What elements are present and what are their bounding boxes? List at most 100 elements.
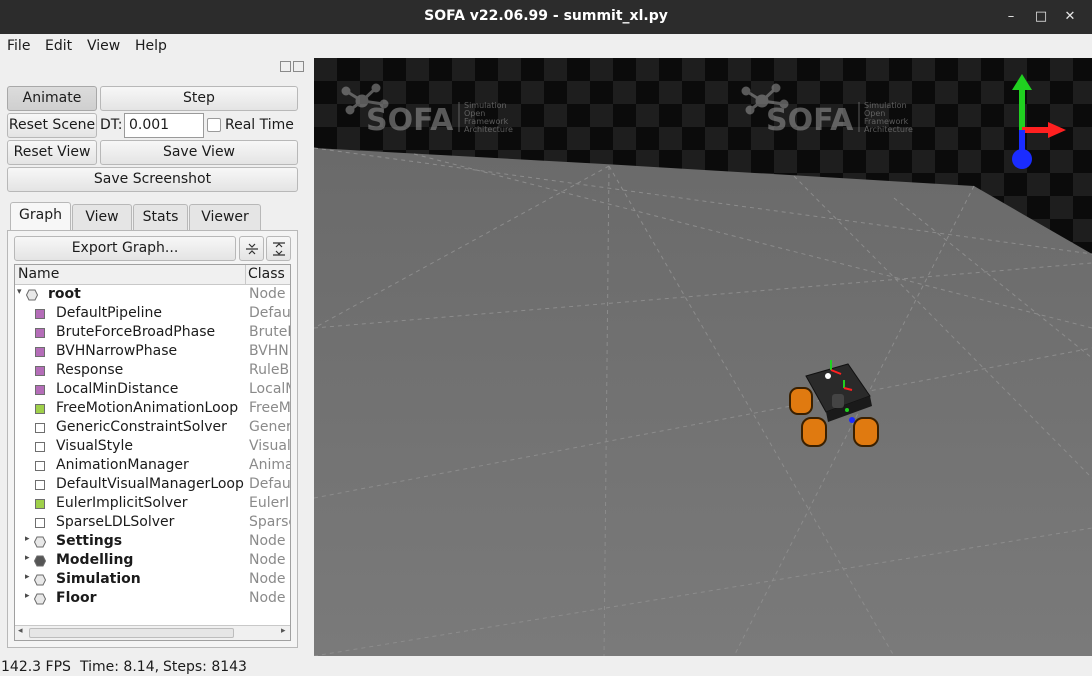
scene-graph-tree[interactable]: Name Class ▾ root Node DefaultPipeline Defau… bbox=[14, 264, 291, 641]
minimize-icon[interactable]: – bbox=[1002, 8, 1020, 26]
tree-row-name: BVHNarrowPhase bbox=[56, 343, 178, 359]
tree-row-animationmanager[interactable]: AnimationManager Anima bbox=[15, 457, 290, 476]
status-bar: 142.3 FPS Time: 8.14, Steps: 8143 bbox=[0, 656, 1092, 676]
real-time-checkbox[interactable] bbox=[207, 118, 221, 132]
tree-row-bvhnarrowphase[interactable]: BVHNarrowPhase BVHN bbox=[15, 343, 290, 362]
tree-row-name: DefaultVisualManagerLoop bbox=[56, 476, 244, 492]
scroll-left-icon[interactable]: ◂ bbox=[18, 626, 23, 636]
menu-view[interactable]: View bbox=[87, 38, 120, 54]
column-class-header[interactable]: Class bbox=[248, 266, 285, 282]
expand-all-icon[interactable] bbox=[266, 236, 291, 261]
window-title: SOFA v22.06.99 - summit_xl.py bbox=[424, 8, 668, 24]
tree-row-genericconstraintsolver[interactable]: GenericConstraintSolver Generic bbox=[15, 419, 290, 438]
close-icon[interactable]: ✕ bbox=[1061, 8, 1079, 26]
menu-file[interactable]: File bbox=[7, 38, 30, 54]
tab-stats[interactable]: Stats bbox=[133, 204, 188, 231]
component-icon bbox=[35, 404, 45, 414]
tree-row-class: BruteF bbox=[249, 324, 290, 340]
tree-row-localmindistance[interactable]: LocalMinDistance LocalM bbox=[15, 381, 290, 400]
title-bar: SOFA v22.06.99 - summit_xl.py – □ ✕ bbox=[0, 0, 1092, 34]
tree-horizontal-scrollbar[interactable]: ◂ ▸ bbox=[15, 625, 290, 640]
maximize-icon[interactable]: □ bbox=[1032, 8, 1050, 26]
dock-close-icon[interactable] bbox=[293, 61, 304, 72]
tree-row-eulerimplicitsolver[interactable]: EulerImplicitSolver EulerIm bbox=[15, 495, 290, 514]
scene-canvas: SOFA Simulation Open Framework Architect… bbox=[314, 58, 1092, 656]
save-view-button[interactable]: Save View bbox=[100, 140, 298, 165]
tree-row-defaultvisualmanagerloop[interactable]: DefaultVisualManagerLoop Defau bbox=[15, 476, 290, 495]
tree-row-visualstyle[interactable]: VisualStyle Visual bbox=[15, 438, 290, 457]
3d-viewport[interactable]: SOFA Simulation Open Framework Architect… bbox=[314, 58, 1092, 656]
tree-row-sparseldlsolver[interactable]: SparseLDLSolver Sparse bbox=[15, 514, 290, 533]
svg-text:Architecture: Architecture bbox=[464, 125, 513, 134]
tree-row-class: Visual bbox=[249, 438, 290, 454]
save-screenshot-button[interactable]: Save Screenshot bbox=[7, 167, 298, 192]
scroll-right-icon[interactable]: ▸ bbox=[281, 626, 286, 636]
tree-row-name: DefaultPipeline bbox=[56, 305, 162, 321]
tree-row-name: BruteForceBroadPhase bbox=[56, 324, 216, 340]
tree-row-name: SparseLDLSolver bbox=[56, 514, 175, 530]
reset-view-button[interactable]: Reset View bbox=[7, 140, 97, 165]
tree-row-name: AnimationManager bbox=[56, 457, 189, 473]
tree-row-root[interactable]: ▾ root Node bbox=[15, 286, 290, 305]
tree-row-response[interactable]: Response RuleB bbox=[15, 362, 290, 381]
tree-row-name: EulerImplicitSolver bbox=[56, 495, 188, 511]
svg-text:Architecture: Architecture bbox=[864, 125, 913, 134]
menu-help[interactable]: Help bbox=[135, 38, 167, 54]
animate-button[interactable]: Animate bbox=[7, 86, 97, 111]
tree-row-name: GenericConstraintSolver bbox=[56, 419, 227, 435]
tree-row-class: EulerIm bbox=[249, 495, 290, 511]
collapsed-arrow-icon[interactable]: ▸ bbox=[25, 553, 30, 563]
tab-viewer[interactable]: Viewer bbox=[189, 204, 261, 231]
real-time-label: Real Time bbox=[225, 117, 294, 133]
floor-plane bbox=[314, 148, 1092, 656]
tree-row-class: RuleB bbox=[249, 362, 290, 378]
collapsed-arrow-icon[interactable]: ▸ bbox=[25, 591, 30, 601]
tree-row-class: Generic bbox=[249, 419, 290, 435]
dock-float-icon[interactable] bbox=[280, 61, 291, 72]
node-icon bbox=[34, 536, 46, 548]
collapsed-arrow-icon[interactable]: ▸ bbox=[25, 534, 30, 544]
tree-row-simulation[interactable]: ▸ Simulation Node bbox=[15, 571, 290, 590]
tree-row-floor[interactable]: ▸ Floor Node bbox=[15, 590, 290, 609]
node-icon bbox=[34, 574, 46, 586]
component-icon bbox=[35, 480, 45, 490]
expanded-arrow-icon[interactable]: ▾ bbox=[17, 287, 22, 297]
tree-row-freemotionanimationloop[interactable]: FreeMotionAnimationLoop FreeM bbox=[15, 400, 290, 419]
tree-row-bruteforcebroadphase[interactable]: BruteForceBroadPhase BruteF bbox=[15, 324, 290, 343]
component-icon bbox=[35, 309, 45, 319]
collapse-all-icon[interactable] bbox=[239, 236, 264, 261]
tree-row-class: FreeM bbox=[249, 400, 290, 416]
tab-view[interactable]: View bbox=[72, 204, 132, 231]
tree-row-defaultpipeline[interactable]: DefaultPipeline Defau bbox=[15, 305, 290, 324]
tree-row-name: Settings bbox=[56, 533, 123, 549]
tree-row-class: BVHN bbox=[249, 343, 289, 359]
tree-row-name: root bbox=[48, 286, 81, 302]
menu-bar: File Edit View Help bbox=[0, 34, 1092, 58]
dt-input[interactable]: 0.001 bbox=[124, 113, 204, 138]
collapsed-arrow-icon[interactable]: ▸ bbox=[25, 572, 30, 582]
step-button[interactable]: Step bbox=[100, 86, 298, 111]
component-icon bbox=[35, 499, 45, 509]
time-readout: Time: 8.14, bbox=[80, 659, 160, 675]
tree-row-class: Defau bbox=[249, 305, 290, 321]
tree-row-class: Node bbox=[249, 571, 286, 587]
tab-graph[interactable]: Graph bbox=[10, 202, 71, 231]
tree-row-modelling[interactable]: ▸ Modelling Node bbox=[15, 552, 290, 571]
tree-row-name: VisualStyle bbox=[56, 438, 133, 454]
tree-row-name: LocalMinDistance bbox=[56, 381, 179, 397]
dock-float-close-icons[interactable] bbox=[280, 60, 310, 74]
component-icon bbox=[35, 347, 45, 357]
tree-row-class: Node bbox=[249, 533, 286, 549]
reset-scene-button[interactable]: Reset Scene bbox=[7, 113, 97, 138]
menu-edit[interactable]: Edit bbox=[45, 38, 72, 54]
component-icon bbox=[35, 366, 45, 376]
component-icon bbox=[35, 442, 45, 452]
tree-row-class: Anima bbox=[249, 457, 290, 473]
column-name-header[interactable]: Name bbox=[18, 266, 59, 282]
tree-row-settings[interactable]: ▸ Settings Node bbox=[15, 533, 290, 552]
export-graph-button[interactable]: Export Graph... bbox=[14, 236, 236, 261]
tree-row-name: Modelling bbox=[56, 552, 134, 568]
component-icon bbox=[35, 423, 45, 433]
scrollbar-thumb[interactable] bbox=[29, 628, 234, 638]
dt-label: DT: bbox=[100, 117, 123, 133]
